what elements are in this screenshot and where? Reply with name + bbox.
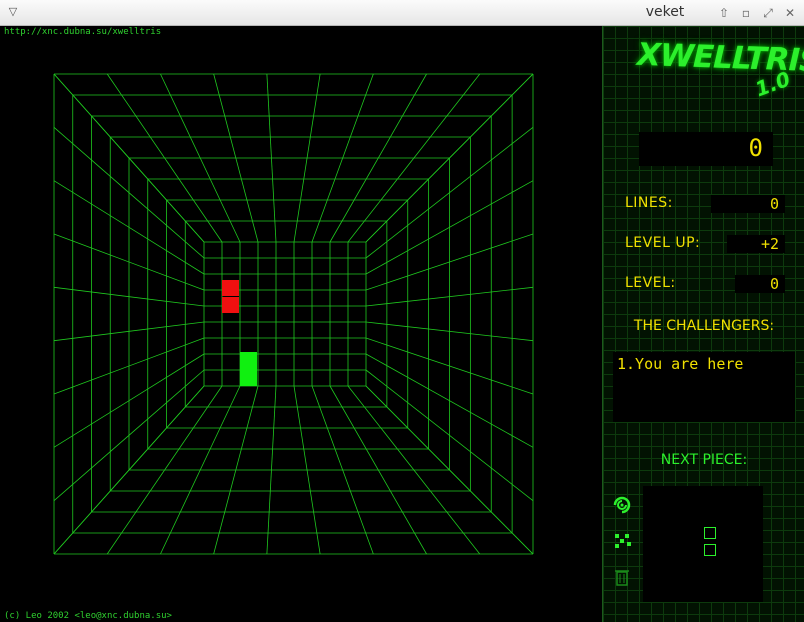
copyright-text: (c) Leo 2002 <leo@xnc.dubna.su> — [4, 611, 172, 621]
landed-piece-block — [240, 369, 257, 386]
dots-icon[interactable] — [611, 530, 633, 552]
next-piece-box — [643, 486, 763, 602]
window-title: veket — [645, 4, 685, 20]
window-titlebar: ▽ veket ⇧ ▫ ⤢ ✕ — [0, 0, 804, 26]
window-menu-icon[interactable]: ▽ — [6, 5, 20, 19]
shade-icon[interactable]: ⇧ — [716, 5, 732, 21]
next-piece-block — [704, 527, 716, 539]
lines-value: 0 — [769, 195, 779, 213]
sidebar-panel: XWELLTRIS 1.0 0 LINES: 0 LEVEL UP: +2 LE… — [602, 26, 804, 622]
score-value: 0 — [748, 134, 763, 162]
minimize-icon[interactable]: ▫ — [738, 5, 754, 21]
swirl-icon[interactable] — [611, 494, 633, 516]
challenger-item: 1.You are here — [617, 355, 744, 373]
game-well[interactable] — [0, 26, 602, 622]
level-box: 0 — [735, 275, 785, 293]
falling-piece-block — [222, 297, 239, 313]
levelup-label: LEVEL UP: — [625, 235, 701, 251]
next-piece-block — [704, 544, 716, 556]
trash-icon[interactable] — [611, 566, 633, 588]
maximize-icon[interactable]: ⤢ — [760, 5, 776, 21]
challengers-list: 1.You are here — [613, 352, 795, 422]
close-icon[interactable]: ✕ — [782, 5, 798, 21]
lines-label: LINES: — [625, 195, 673, 211]
level-value: 0 — [769, 275, 779, 293]
falling-piece-block — [222, 280, 239, 296]
score-box: 0 — [639, 132, 773, 166]
levelup-value: +2 — [760, 235, 779, 253]
next-piece-label: NEXT PIECE: — [660, 452, 748, 468]
challengers-label: THE CHALLENGERS: — [633, 318, 775, 334]
level-label: LEVEL: — [625, 275, 676, 291]
game-area: http://xnc.dubna.su/xwelltris (c) Leo 20… — [0, 26, 804, 622]
landed-piece-block — [240, 352, 257, 369]
lines-box: 0 — [711, 195, 785, 213]
levelup-box: +2 — [727, 235, 785, 253]
